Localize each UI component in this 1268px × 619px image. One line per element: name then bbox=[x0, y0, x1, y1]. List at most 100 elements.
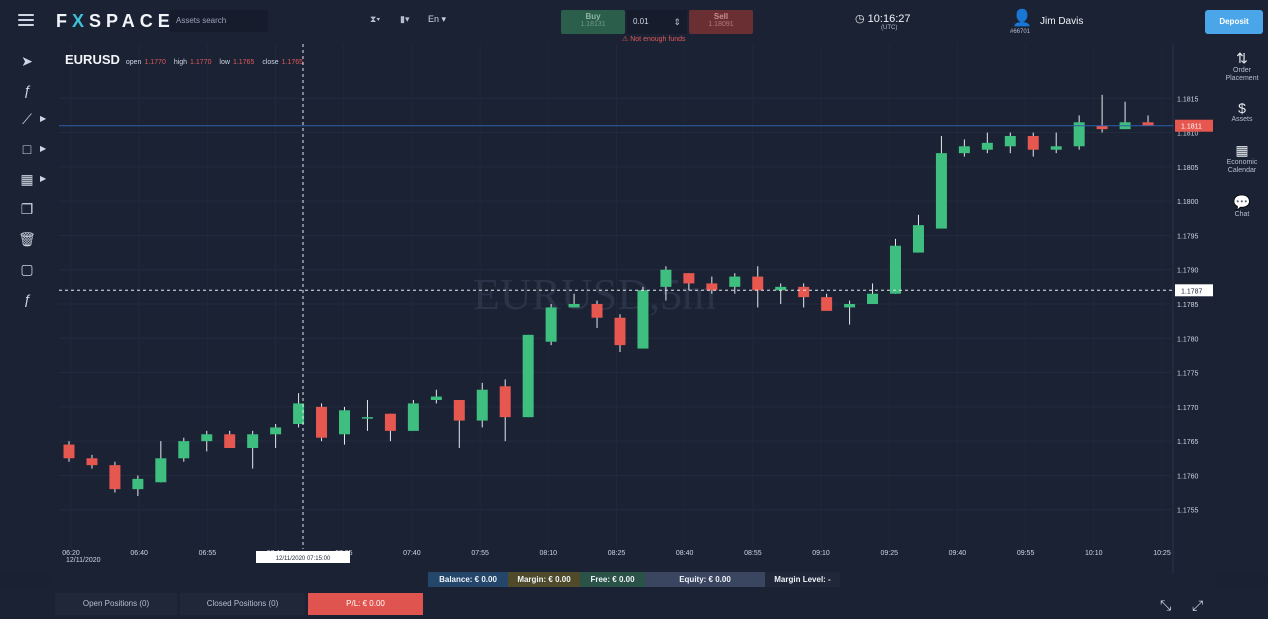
candle-body bbox=[1004, 136, 1016, 147]
stepper-arrows-icon[interactable]: ⇕ bbox=[673, 10, 681, 34]
candle-body bbox=[683, 273, 695, 284]
low-label: low bbox=[219, 59, 230, 66]
hamburger-menu-icon[interactable] bbox=[18, 14, 34, 26]
candle-body bbox=[293, 403, 305, 424]
close-label: close bbox=[262, 59, 279, 66]
user-avatar-icon[interactable]: 👤 bbox=[1012, 8, 1032, 28]
candle-body bbox=[981, 142, 993, 150]
open-label: open bbox=[125, 59, 142, 66]
buy-price: 1.18131 bbox=[580, 21, 606, 28]
equity-stat: Equity: € 0.00 bbox=[645, 572, 765, 587]
candle-body bbox=[568, 304, 580, 308]
x-tick-label: 08:25 bbox=[608, 550, 626, 557]
y-tick-label: 1.1805 bbox=[1177, 165, 1199, 172]
x-date-label: 12/11/2020 bbox=[66, 557, 101, 564]
x-tick-label: 09:55 bbox=[1017, 550, 1035, 557]
function-icon[interactable]: ƒ bbox=[18, 81, 36, 99]
copy-icon[interactable]: ❐ bbox=[18, 200, 36, 218]
buy-button[interactable]: Buy 1.18131 bbox=[561, 10, 625, 34]
candle-body bbox=[361, 417, 373, 419]
y-tick-label: 1.1765 bbox=[1177, 439, 1199, 446]
y-tick-label: 1.1795 bbox=[1177, 233, 1199, 240]
snapshot-icon[interactable]: ▢ bbox=[18, 260, 36, 278]
rectangle-icon[interactable]: □ ▶ bbox=[18, 140, 46, 158]
crosshair-time-label: 12/11/2020 07:15:00 bbox=[276, 556, 331, 562]
tab-closed-positions[interactable]: Closed Positions (0) bbox=[180, 593, 305, 615]
open-value: 1.1770 bbox=[144, 59, 166, 66]
candle-body bbox=[86, 458, 98, 466]
candle-body bbox=[476, 389, 488, 421]
y-tick-label: 1.1770 bbox=[1177, 405, 1199, 412]
funds-warning: ⚠ Not enough funds bbox=[622, 36, 686, 43]
candle-body bbox=[1027, 136, 1039, 150]
candle-body bbox=[316, 406, 328, 438]
quantity-stepper[interactable]: 0.01 ⇕ bbox=[627, 10, 687, 34]
candle-body bbox=[844, 304, 856, 308]
candle-body bbox=[201, 434, 213, 442]
free-stat: Free: € 0.00 bbox=[580, 572, 645, 587]
price-chart[interactable]: 1.1755 1.1760 1.1765 1.1770 1.1775 1.1780 1.17… bbox=[53, 44, 1215, 574]
chat-button[interactable]: 💬 Chat bbox=[1216, 194, 1268, 219]
trash-icon[interactable]: 🗑 bbox=[18, 230, 36, 248]
assets-button[interactable]: $ Assets bbox=[1216, 100, 1268, 124]
fullscreen-icon[interactable]: ⤢ bbox=[1192, 597, 1203, 614]
x-tick-label: 07:40 bbox=[403, 550, 421, 557]
dollar-icon: $ bbox=[1238, 100, 1246, 116]
order-placement-button[interactable]: ⇅ Order Placement bbox=[1216, 50, 1268, 83]
pl-badge: P/L: € 0.00 bbox=[308, 593, 423, 615]
candle-body bbox=[591, 304, 603, 318]
candle-body bbox=[109, 465, 121, 490]
candle-body bbox=[775, 286, 787, 291]
order-placement-label: Order Placement bbox=[1225, 67, 1259, 82]
candle-body bbox=[958, 146, 970, 154]
price-line-label: 1.1811 bbox=[1181, 124, 1202, 131]
y-tick-label: 1.1755 bbox=[1177, 508, 1199, 515]
clear-function-icon[interactable]: ƒ bbox=[18, 290, 36, 308]
assets-search-input[interactable]: Assets search bbox=[170, 10, 268, 32]
y-tick-label: 1.1775 bbox=[1177, 371, 1199, 378]
chart-type-icon[interactable]: ▮▾ bbox=[400, 14, 409, 25]
margin-stat: Margin: € 0.00 bbox=[508, 572, 580, 587]
candle-body bbox=[545, 307, 557, 342]
crosshair-price-label: 1.1787 bbox=[1181, 288, 1203, 295]
collapse-icon[interactable]: ⤡ bbox=[1160, 597, 1171, 614]
candle-body bbox=[752, 276, 764, 291]
sell-button[interactable]: Sell 1.18091 bbox=[689, 10, 753, 34]
candle-body bbox=[224, 434, 236, 448]
candle-body bbox=[407, 403, 419, 431]
sell-label: Sell bbox=[713, 12, 729, 21]
candle-body bbox=[384, 413, 396, 431]
candle-body bbox=[660, 269, 672, 287]
y-tick-label: 1.1780 bbox=[1177, 336, 1199, 343]
x-tick-label: 09:40 bbox=[949, 550, 967, 557]
candle-body bbox=[63, 444, 75, 459]
economic-calendar-label: Economic Calendar bbox=[1226, 159, 1258, 174]
x-tick-label: 06:55 bbox=[199, 550, 217, 557]
chart-canvas[interactable]: 1.1755 1.1760 1.1765 1.1770 1.1775 1.1780 1.17… bbox=[53, 44, 1215, 574]
economic-calendar-button[interactable]: ▦ Economic Calendar bbox=[1216, 142, 1268, 175]
candle-body bbox=[132, 478, 144, 490]
y-tick-label: 1.1800 bbox=[1177, 199, 1199, 206]
tab-open-positions[interactable]: Open Positions (0) bbox=[55, 593, 177, 615]
deposit-button[interactable]: Deposit bbox=[1205, 10, 1263, 34]
candle-body bbox=[706, 283, 718, 291]
candle-body bbox=[1050, 146, 1062, 150]
candle-body bbox=[453, 400, 465, 421]
timeframe-icon[interactable]: ⧗▾ bbox=[370, 14, 380, 25]
cursor-icon[interactable]: ➤ bbox=[18, 52, 36, 70]
y-tick-label: 1.1815 bbox=[1177, 96, 1199, 103]
y-tick-label: 1.1785 bbox=[1177, 302, 1199, 309]
candle-body bbox=[614, 317, 626, 346]
order-icon: ⇅ bbox=[1236, 50, 1248, 66]
user-name[interactable]: Jim Davis bbox=[1040, 16, 1083, 27]
low-value: 1.1765 bbox=[232, 59, 255, 66]
balance-stat: Balance: € 0.00 bbox=[428, 572, 508, 587]
high-value: 1.1770 bbox=[190, 59, 212, 66]
language-selector[interactable]: En ▾ bbox=[428, 14, 446, 25]
trendline-icon[interactable]: ⟋ ▶ bbox=[18, 110, 46, 128]
candle-body bbox=[178, 441, 190, 459]
grid-icon[interactable]: ▦ ▶ bbox=[18, 170, 46, 188]
assets-label: Assets bbox=[1231, 116, 1253, 123]
x-tick-label: 06:20 bbox=[62, 550, 80, 557]
chat-label: Chat bbox=[1234, 211, 1250, 218]
